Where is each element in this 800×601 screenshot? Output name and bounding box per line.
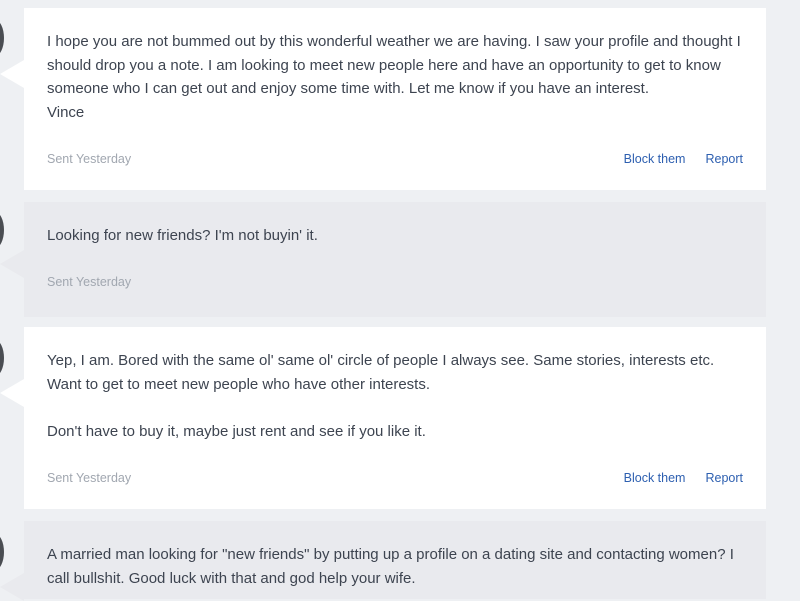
block-them-link[interactable]: Block them xyxy=(624,152,686,166)
sent-timestamp: Sent Yesterday xyxy=(47,275,132,289)
message-thread: I hope you are not bummed out by this wo… xyxy=(0,0,800,601)
bubble-tail xyxy=(0,573,24,601)
message-text: Yep, I am. Bored with the same ol' same … xyxy=(47,352,715,440)
message-meta: Sent Yesterday xyxy=(47,275,743,289)
bubble-tail xyxy=(0,379,24,407)
block-them-link[interactable]: Block them xyxy=(624,471,686,485)
message-text: I hope you are not bummed out by this wo… xyxy=(47,33,741,121)
sent-timestamp: Sent Yesterday xyxy=(47,471,132,485)
message-text: A married man looking for "new friends" … xyxy=(47,546,734,587)
message-meta: Sent Yesterday Block them Report xyxy=(47,471,743,485)
bubble-tail xyxy=(0,60,24,88)
message-received: I hope you are not bummed out by this wo… xyxy=(0,8,766,190)
message-actions: Block them Report xyxy=(624,152,743,166)
report-link[interactable]: Report xyxy=(705,471,743,485)
avatar[interactable] xyxy=(0,534,4,570)
message-received: Yep, I am. Bored with the same ol' same … xyxy=(0,327,766,509)
message-sent: Looking for new friends? I'm not buyin' … xyxy=(0,202,766,317)
message-text: Looking for new friends? I'm not buyin' … xyxy=(47,227,318,244)
message-meta: Sent Yesterday Block them Report xyxy=(47,152,743,166)
sent-timestamp: Sent Yesterday xyxy=(47,152,132,166)
bubble-tail xyxy=(0,250,24,278)
message-actions: Block them Report xyxy=(624,471,743,485)
report-link[interactable]: Report xyxy=(705,152,743,166)
avatar[interactable] xyxy=(0,340,4,376)
message-sent: A married man looking for "new friends" … xyxy=(0,521,766,601)
avatar[interactable] xyxy=(0,20,4,56)
avatar[interactable] xyxy=(0,212,4,248)
